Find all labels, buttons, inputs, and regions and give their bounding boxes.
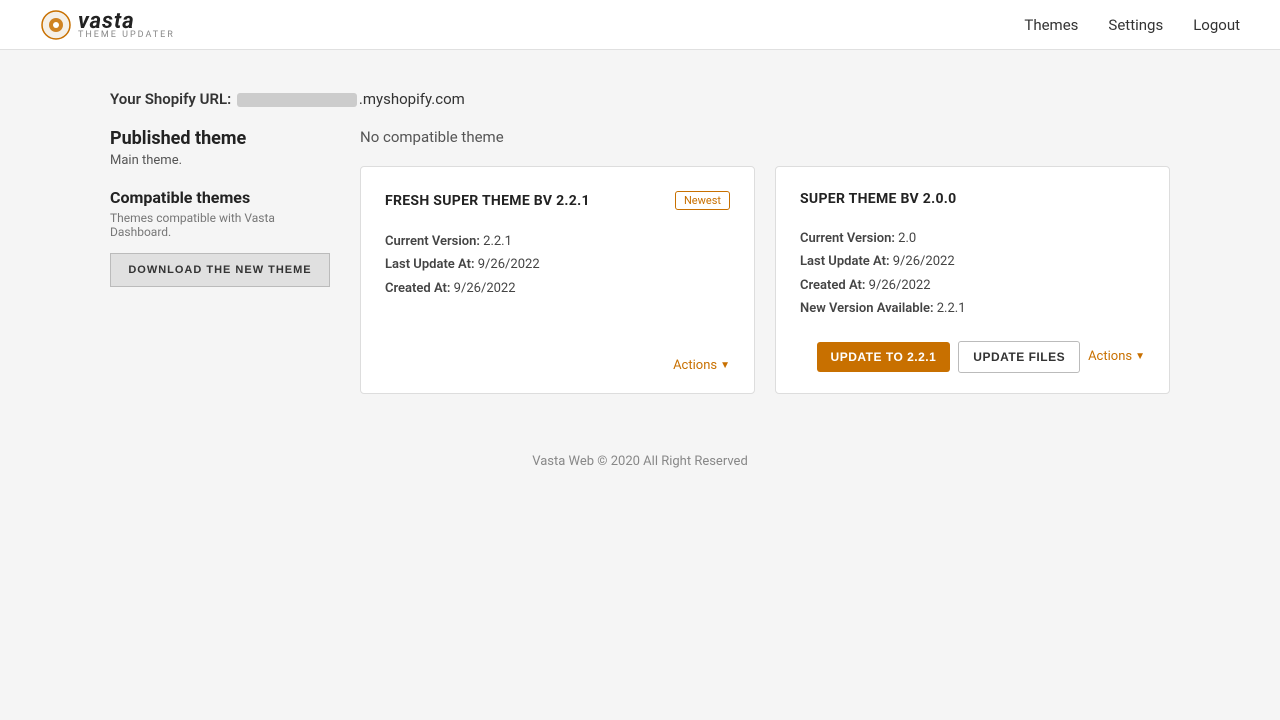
update-files-button[interactable]: UPDATE FILES bbox=[958, 341, 1080, 373]
super-actions-chevron-icon: ▼ bbox=[1135, 351, 1145, 362]
super-theme-title: SUPER THEME BV 2.0.0 bbox=[800, 191, 957, 207]
fresh-actions-link[interactable]: Actions ▼ bbox=[673, 358, 730, 373]
shopify-url-row: Your Shopify URL: .myshopify.com bbox=[110, 90, 1170, 108]
update-to-221-button[interactable]: UPDATE TO 2.2.1 bbox=[817, 342, 951, 372]
main-nav: Themes Settings Logout bbox=[1024, 16, 1240, 34]
fresh-theme-title: FRESH SUPER THEME BV 2.2.1 bbox=[385, 193, 590, 209]
published-theme-title: Published theme bbox=[110, 128, 330, 149]
nav-themes[interactable]: Themes bbox=[1024, 16, 1078, 34]
compatible-themes-sub: Themes compatible with Vasta Dashboard. bbox=[110, 211, 330, 239]
super-new-version: New Version Available: 2.2.1 bbox=[800, 297, 1145, 320]
footer-text: Vasta Web © 2020 All Right Reserved bbox=[532, 454, 748, 469]
logo-icon bbox=[40, 9, 72, 41]
fresh-last-update: Last Update At: 9/26/2022 bbox=[385, 253, 730, 276]
theme-card-super: SUPER THEME BV 2.0.0 Current Version: 2.… bbox=[775, 166, 1170, 394]
download-new-theme-button[interactable]: DOWNLOAD THE NEW THEME bbox=[110, 253, 330, 287]
logo-sub: THEME UPDATER bbox=[78, 30, 175, 40]
shopify-url-label: Your Shopify URL: bbox=[110, 90, 231, 108]
fresh-theme-info: Current Version: 2.2.1 Last Update At: 9… bbox=[385, 230, 730, 300]
themes-grid: FRESH SUPER THEME BV 2.2.1 Newest Curren… bbox=[360, 166, 1170, 394]
published-theme-sub: Main theme. bbox=[110, 153, 330, 168]
super-theme-info: Current Version: 2.0 Last Update At: 9/2… bbox=[800, 227, 1145, 321]
fresh-theme-actions: Actions ▼ bbox=[385, 338, 730, 373]
super-last-update: Last Update At: 9/26/2022 bbox=[800, 250, 1145, 273]
page-layout: Published theme Main theme. Compatible t… bbox=[110, 128, 1170, 394]
super-theme-actions: UPDATE TO 2.2.1 UPDATE FILES Actions ▼ bbox=[800, 321, 1145, 373]
theme-card-fresh-header: FRESH SUPER THEME BV 2.2.1 Newest bbox=[385, 191, 730, 210]
fresh-current-version: Current Version: 2.2.1 bbox=[385, 230, 730, 253]
super-actions-link[interactable]: Actions ▼ bbox=[1088, 349, 1145, 364]
compatible-themes-title: Compatible themes bbox=[110, 188, 330, 207]
shopify-url-suffix: .myshopify.com bbox=[359, 90, 465, 108]
logo: vasta THEME UPDATER bbox=[40, 9, 175, 41]
sidebar: Published theme Main theme. Compatible t… bbox=[110, 128, 330, 287]
theme-card-fresh: FRESH SUPER THEME BV 2.2.1 Newest Curren… bbox=[360, 166, 755, 394]
fresh-newest-badge: Newest bbox=[675, 191, 730, 210]
nav-settings[interactable]: Settings bbox=[1108, 16, 1163, 34]
nav-logout[interactable]: Logout bbox=[1193, 16, 1240, 34]
fresh-created-at: Created At: 9/26/2022 bbox=[385, 277, 730, 300]
theme-card-super-header: SUPER THEME BV 2.0.0 bbox=[800, 191, 1145, 207]
shopify-url-blur bbox=[237, 93, 357, 107]
no-compatible-text: No compatible theme bbox=[360, 128, 1170, 146]
page-footer: Vasta Web © 2020 All Right Reserved bbox=[110, 454, 1170, 509]
fresh-actions-chevron-icon: ▼ bbox=[720, 360, 730, 371]
themes-area: No compatible theme FRESH SUPER THEME BV… bbox=[360, 128, 1170, 394]
main-content: Your Shopify URL: .myshopify.com Publish… bbox=[90, 50, 1190, 549]
super-current-version: Current Version: 2.0 bbox=[800, 227, 1145, 250]
app-header: vasta THEME UPDATER Themes Settings Logo… bbox=[0, 0, 1280, 50]
super-created-at: Created At: 9/26/2022 bbox=[800, 274, 1145, 297]
